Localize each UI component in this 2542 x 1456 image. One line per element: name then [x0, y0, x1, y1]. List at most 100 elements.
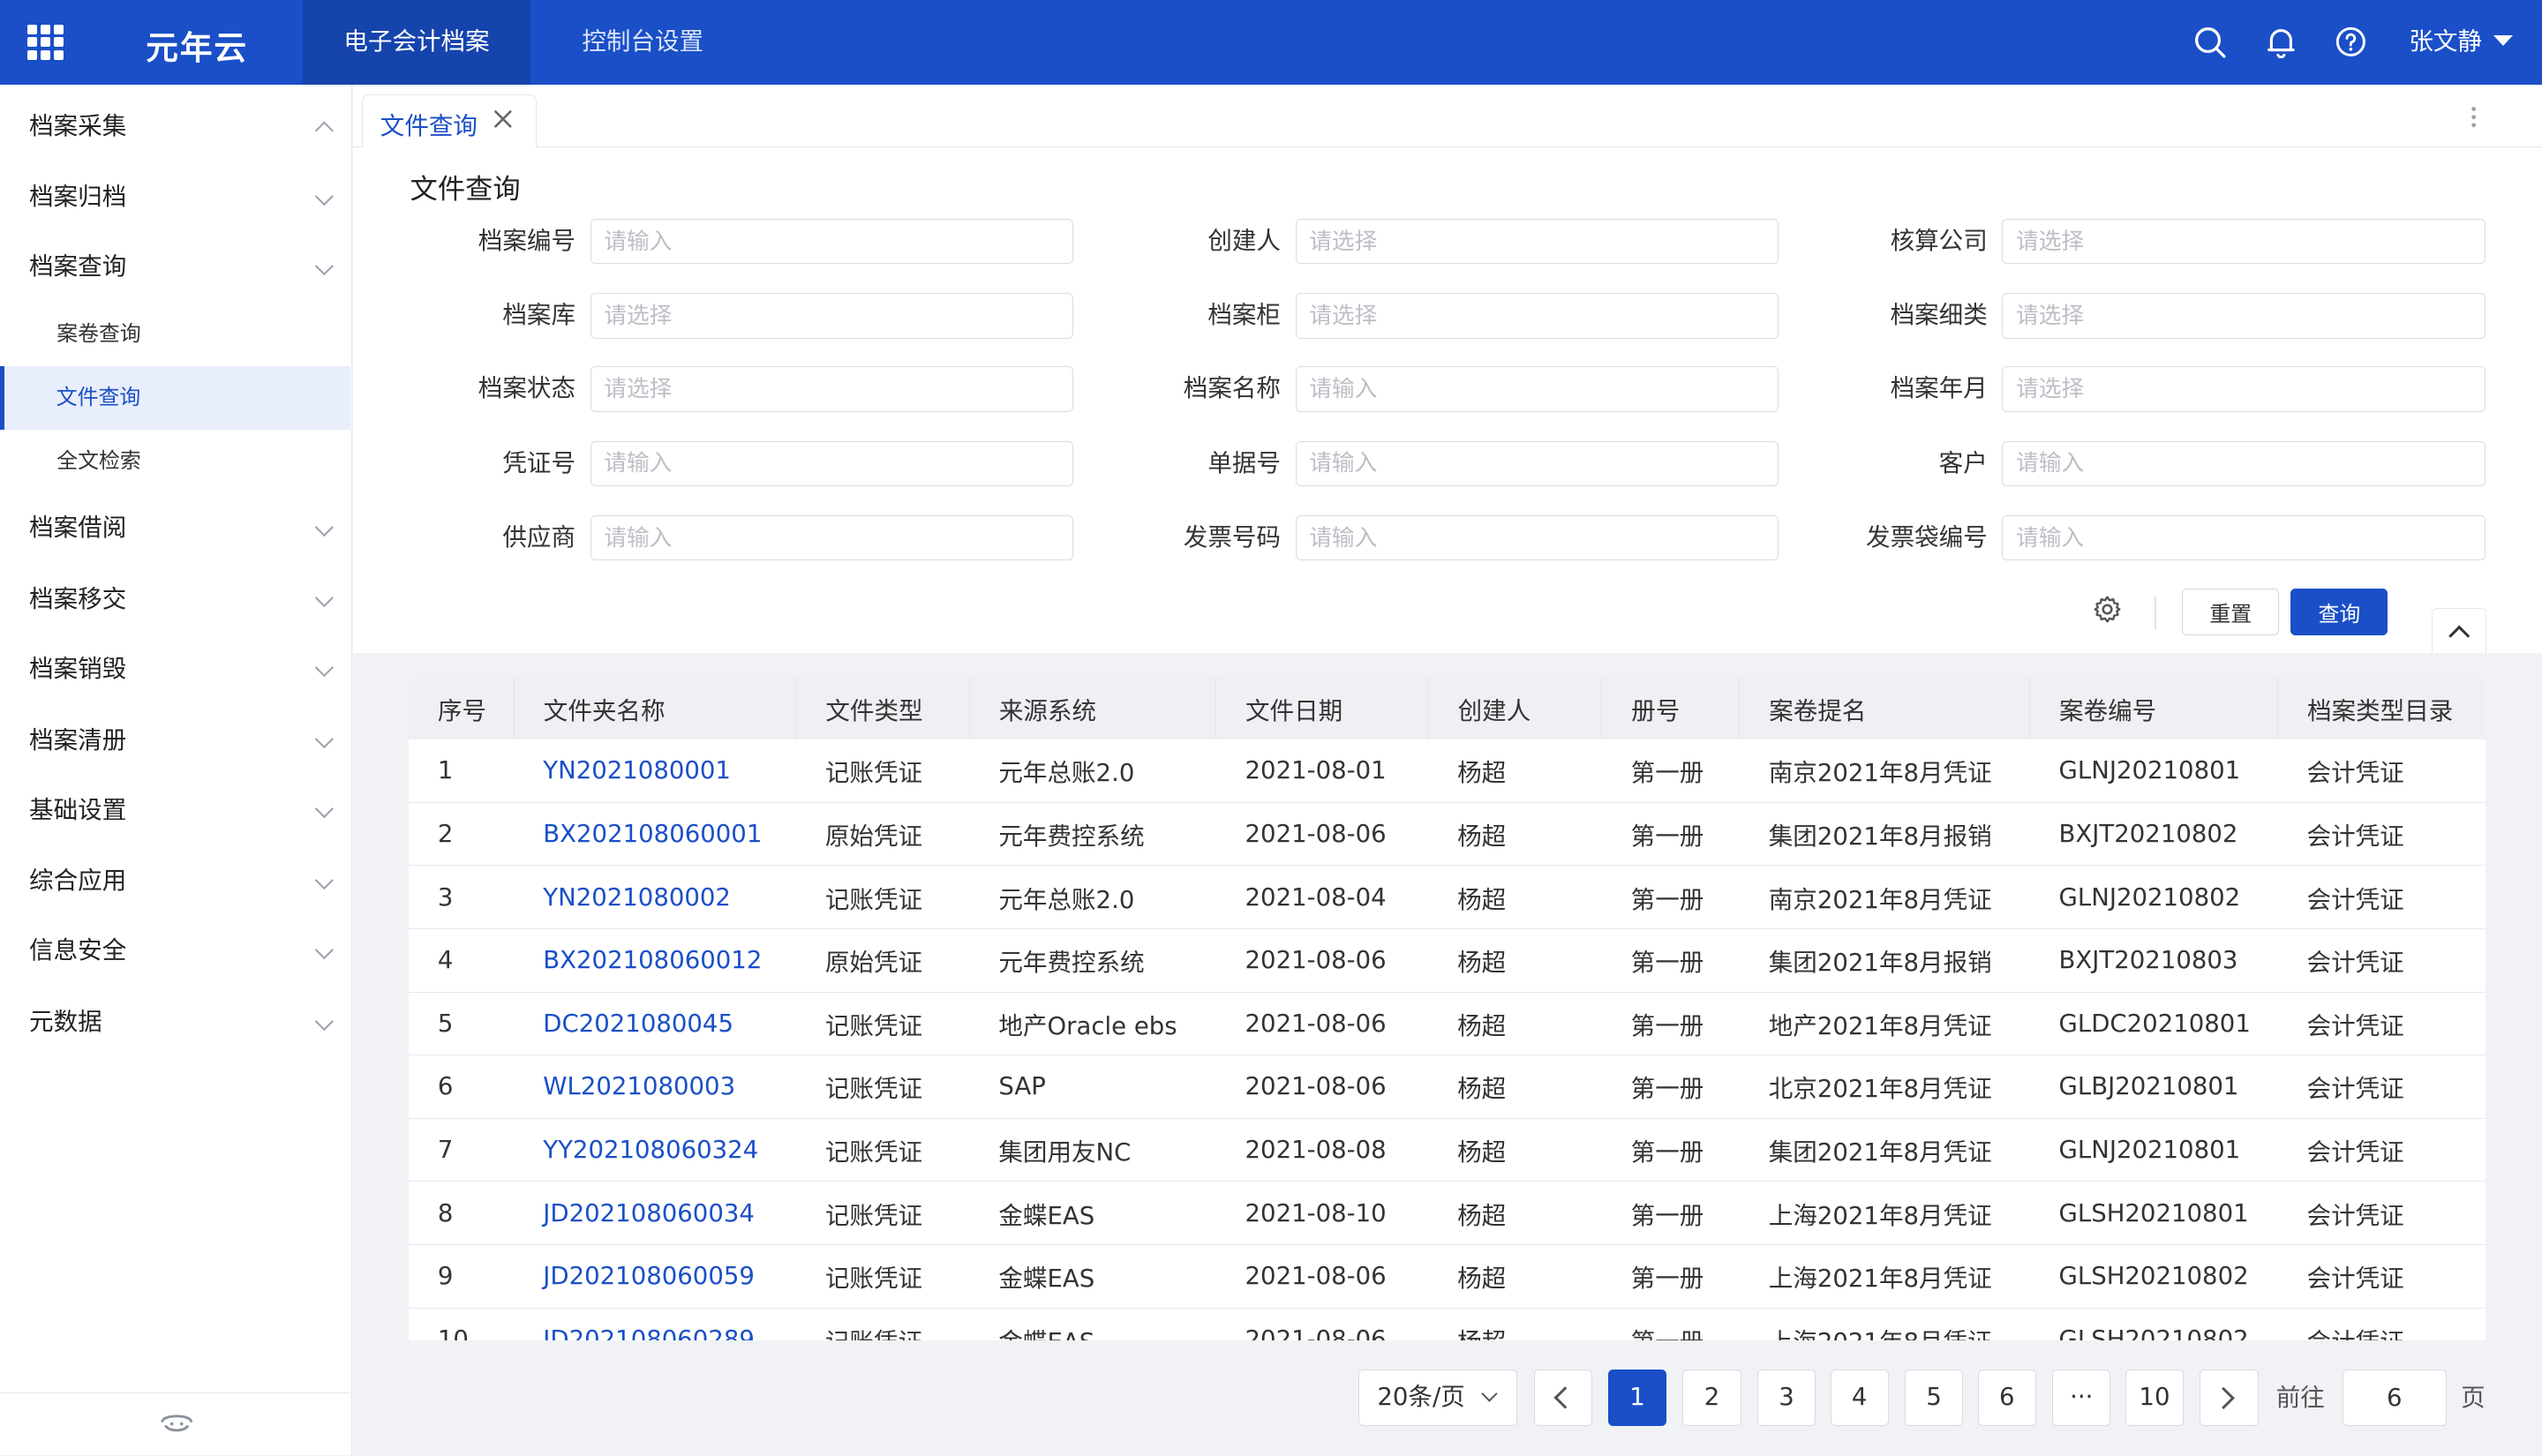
invoice-number-input[interactable]: [1295, 515, 1779, 561]
page-tab-file-query[interactable]: 文件查询: [361, 94, 537, 149]
table-cell: 元年费控系统: [969, 928, 1216, 993]
folder-name-link[interactable]: JD202108060034: [514, 1181, 796, 1246]
column-header[interactable]: 档案类型目录: [2277, 677, 2486, 739]
table-row[interactable]: 9 JD202108060059 记账凭证 金蝶EAS 2021-08-06 杨超 第一册上…: [408, 1244, 2486, 1309]
table-cell: BXJT20210803: [2029, 928, 2278, 993]
folder-name-link[interactable]: DC2021080045: [514, 992, 796, 1056]
nav-tab-console-settings[interactable]: 控制台设置: [543, 0, 742, 85]
gear-icon[interactable]: [2093, 595, 2122, 624]
sidebar-item-basic-settings[interactable]: 基础设置: [0, 778, 350, 843]
archive-status-select[interactable]: [590, 366, 1073, 412]
bell-icon[interactable]: [2265, 26, 2298, 59]
sidebar-sub-file-query[interactable]: 文件查询: [0, 366, 350, 430]
sidebar-item-inventory[interactable]: 档案清册: [0, 709, 350, 773]
archive-library-select[interactable]: [590, 293, 1073, 339]
folder-name-link[interactable]: WL2021080003: [514, 1054, 796, 1119]
table-row[interactable]: 7 YY202108060324 记账凭证 集团用友NC 2021-08-08 杨超 第一册…: [408, 1118, 2486, 1182]
page-button[interactable]: 4: [1830, 1370, 1889, 1427]
column-header[interactable]: 册号: [1601, 677, 1741, 739]
archive-cabinet-select[interactable]: [1295, 293, 1779, 339]
sidebar-item-archive[interactable]: 档案归档: [0, 165, 350, 229]
column-header[interactable]: 案卷编号: [2029, 677, 2278, 739]
table-row[interactable]: 1 YN2021080001 记账凭证 元年总账2.0 2021-08-01 杨超 第一册南…: [408, 739, 2486, 803]
invoice-bag-number-input[interactable]: [2002, 515, 2486, 561]
table-cell: 上海2021年8月凭证: [1739, 1244, 2030, 1309]
search-icon[interactable]: [2193, 26, 2226, 58]
collapse-filter-button[interactable]: [2432, 607, 2487, 654]
document-number-input[interactable]: [1295, 440, 1779, 486]
column-header[interactable]: 来源系统: [969, 677, 1216, 739]
folder-name-link[interactable]: YY202108060324: [514, 1118, 796, 1182]
folder-name-link[interactable]: YN2021080001: [514, 739, 796, 803]
page-button[interactable]: 10: [2125, 1370, 2185, 1427]
table-row[interactable]: 5 DC2021080045 记账凭证 地产Oracle ebs 2021-08-06 杨…: [408, 992, 2486, 1056]
column-header[interactable]: 创建人: [1428, 677, 1603, 739]
table-row[interactable]: 4 BX202108060012 原始凭证 元年费控系统 2021-08-06 杨超 第一册…: [408, 928, 2486, 993]
more-vertical-icon[interactable]: [2471, 104, 2477, 130]
table-row[interactable]: 2 BX202108060001 原始凭证 元年费控系统 2021-08-06 杨超 第一册…: [408, 802, 2486, 867]
sidebar-item-query[interactable]: 档案查询: [0, 235, 350, 299]
archive-subcategory-select[interactable]: [2002, 293, 2486, 339]
voucher-number-input[interactable]: [590, 440, 1073, 486]
table-cell: 杨超: [1428, 1118, 1602, 1182]
table-row[interactable]: 8 JD202108060034 记账凭证 金蝶EAS 2021-08-10 杨超 第一册上…: [408, 1181, 2486, 1246]
page-button[interactable]: 1: [1608, 1370, 1667, 1427]
next-page-button[interactable]: [2200, 1370, 2259, 1427]
table-cell: 第一册: [1601, 1054, 1740, 1119]
column-header[interactable]: 案卷提名: [1739, 677, 2030, 739]
nav-tab-archive[interactable]: 电子会计档案: [303, 0, 530, 85]
column-header[interactable]: 文件夹名称: [514, 677, 797, 739]
sidebar-item-metadata[interactable]: 元数据: [0, 990, 350, 1054]
close-icon[interactable]: [492, 108, 515, 131]
table-cell: 第一册: [1601, 865, 1740, 929]
column-header[interactable]: 序号: [408, 677, 515, 739]
creator-select[interactable]: [1295, 218, 1779, 265]
page-ellipsis[interactable]: ···: [2052, 1370, 2111, 1427]
table-cell: 2021-08-04: [1215, 865, 1429, 929]
table-cell: 会计凭证: [2277, 992, 2486, 1056]
folder-name-link[interactable]: BX202108060012: [514, 928, 796, 993]
sidebar-item-borrow[interactable]: 档案借阅: [0, 496, 350, 560]
table-row[interactable]: 10JD202108060289记账凭证金蝶EAS2021-08-06杨超第一册…: [408, 1308, 2486, 1340]
sidebar-item-collect[interactable]: 档案采集: [0, 94, 350, 159]
folder-name-link[interactable]: JD202108060059: [514, 1244, 796, 1309]
prev-page-button[interactable]: [1533, 1370, 1592, 1427]
sidebar-item-transfer[interactable]: 档案移交: [0, 567, 350, 632]
page-button[interactable]: 2: [1682, 1370, 1741, 1427]
table-cell: 记账凭证: [795, 739, 970, 803]
supplier-input[interactable]: [590, 515, 1073, 561]
sidebar-item-destroy[interactable]: 档案销毁: [0, 637, 350, 702]
table-cell: 第一册: [1601, 1308, 1740, 1340]
column-header[interactable]: 文件类型: [795, 677, 970, 739]
user-name[interactable]: 张文静: [2409, 0, 2482, 85]
folder-name-link[interactable]: BX202108060001: [514, 802, 796, 867]
user-menu-caret-icon[interactable]: [2493, 35, 2513, 46]
chevron-down-icon: [1481, 1385, 1498, 1402]
folder-name-link[interactable]: YN2021080002: [514, 865, 796, 929]
column-header[interactable]: 文件日期: [1215, 677, 1429, 739]
archive-name-input[interactable]: [1295, 366, 1779, 412]
app-grid-icon[interactable]: [27, 24, 64, 60]
table-cell: 7: [408, 1118, 515, 1182]
sidebar-item-security[interactable]: 信息安全: [0, 919, 350, 983]
archive-month-picker[interactable]: [2002, 366, 2486, 412]
table-row[interactable]: 3 YN2021080002 记账凭证 元年总账2.0 2021-08-04 杨超 第一册南…: [408, 865, 2486, 929]
page-size-select[interactable]: 20条/页: [1358, 1370, 1518, 1427]
sidebar-item-integrated-apps[interactable]: 综合应用: [0, 849, 350, 913]
help-icon[interactable]: [2335, 26, 2367, 58]
sidebar-sub-volume-query[interactable]: 案卷查询: [0, 303, 350, 366]
table-cell: GLBJ20210801: [2029, 1054, 2278, 1119]
table-cell: 原始凭证: [795, 802, 970, 867]
query-button[interactable]: 查询: [2290, 588, 2388, 635]
reset-button[interactable]: 重置: [2182, 588, 2280, 635]
table-row[interactable]: 6 WL2021080003 记账凭证 SAP 2021-08-06 杨超 第一册 北京202…: [408, 1054, 2486, 1119]
page-button[interactable]: 3: [1756, 1370, 1816, 1427]
archive-number-input[interactable]: [590, 218, 1073, 265]
sidebar-sub-fulltext-search[interactable]: 全文检索: [0, 430, 350, 493]
accounting-company-select[interactable]: [2002, 218, 2486, 265]
folder-name-link[interactable]: JD202108060289: [514, 1308, 796, 1340]
goto-page-input[interactable]: [2343, 1370, 2447, 1427]
customer-input[interactable]: [2002, 440, 2486, 486]
page-button[interactable]: 5: [1905, 1370, 1964, 1427]
page-button[interactable]: 6: [1977, 1370, 2036, 1427]
